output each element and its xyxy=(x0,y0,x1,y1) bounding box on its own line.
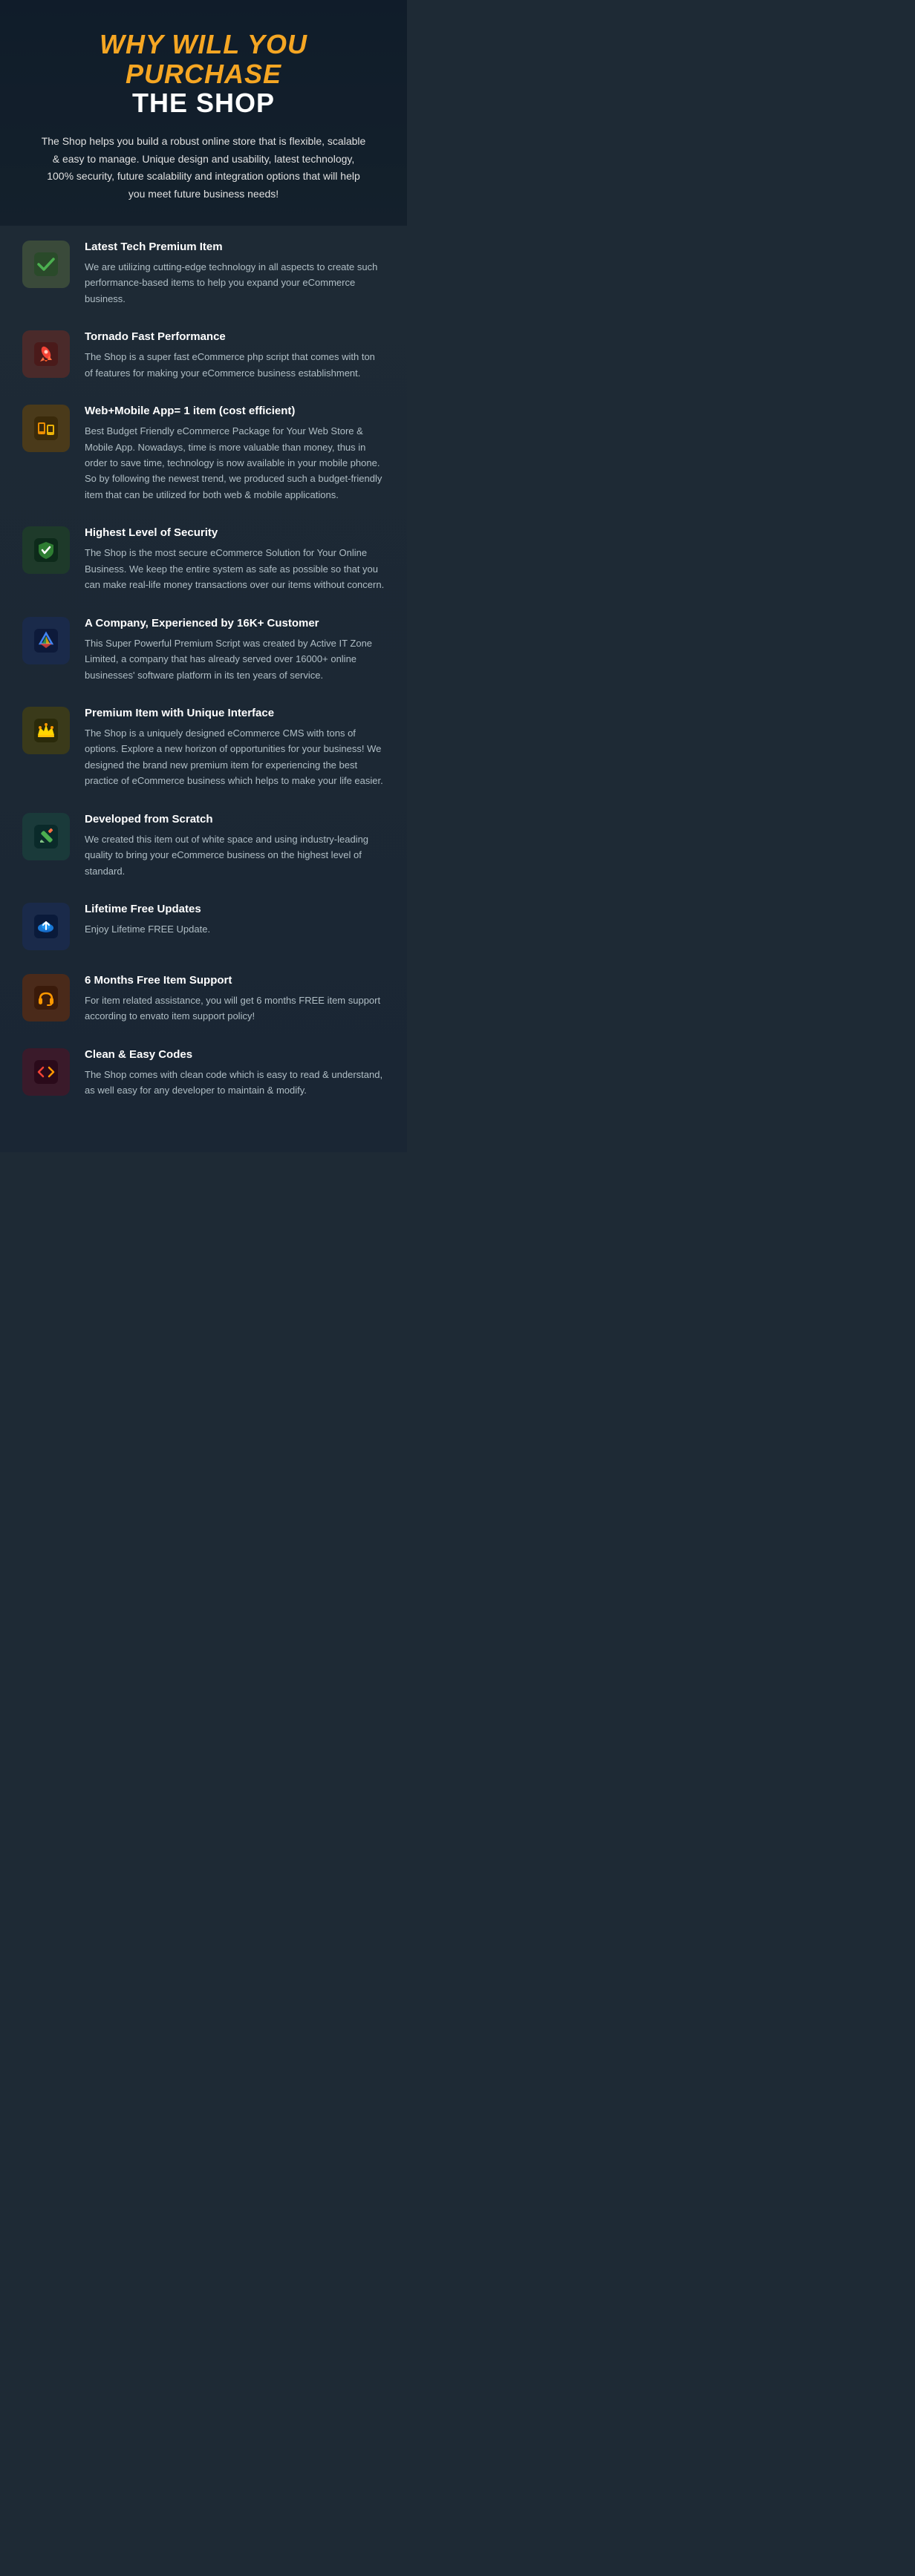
checkmark-icon xyxy=(33,251,59,278)
header-section: WHY WILL YOU PURCHASE THE SHOP The Shop … xyxy=(0,0,407,226)
feature-icon-support xyxy=(22,974,70,1021)
feature-content-security: Highest Level of Security The Shop is th… xyxy=(85,526,385,592)
feature-desc-fast-performance: The Shop is a super fast eCommerce php s… xyxy=(85,349,385,381)
feature-title-scratch: Developed from Scratch xyxy=(85,813,385,826)
feature-icon-premium xyxy=(22,707,70,754)
feature-title-web-mobile: Web+Mobile App= 1 item (cost efficient) xyxy=(85,405,385,417)
feature-content-fast-performance: Tornado Fast Performance The Shop is a s… xyxy=(85,330,385,381)
pencil-icon xyxy=(33,823,59,850)
feature-desc-latest-tech: We are utilizing cutting-edge technology… xyxy=(85,259,385,307)
feature-premium: Premium Item with Unique Interface The S… xyxy=(22,707,385,789)
feature-icon-web-mobile xyxy=(22,405,70,452)
features-section: Latest Tech Premium Item We are utilizin… xyxy=(0,226,407,1152)
feature-content-updates: Lifetime Free Updates Enjoy Lifetime FRE… xyxy=(85,903,385,937)
feature-content-premium: Premium Item with Unique Interface The S… xyxy=(85,707,385,789)
hero-title-line2: THE SHOP xyxy=(22,88,385,118)
hero-title-line1: WHY WILL YOU PURCHASE xyxy=(22,30,385,88)
feature-title-premium: Premium Item with Unique Interface xyxy=(85,707,385,719)
feature-updates: Lifetime Free Updates Enjoy Lifetime FRE… xyxy=(22,903,385,950)
feature-icon-scratch xyxy=(22,813,70,860)
feature-content-clean-code: Clean & Easy Codes The Shop comes with c… xyxy=(85,1048,385,1099)
feature-desc-security: The Shop is the most secure eCommerce So… xyxy=(85,545,385,592)
feature-desc-updates: Enjoy Lifetime FREE Update. xyxy=(85,921,385,937)
feature-desc-scratch: We created this item out of white space … xyxy=(85,831,385,879)
shield-icon xyxy=(33,537,59,563)
feature-icon-company xyxy=(22,617,70,664)
feature-content-latest-tech: Latest Tech Premium Item We are utilizin… xyxy=(85,241,385,307)
feature-title-latest-tech: Latest Tech Premium Item xyxy=(85,241,385,253)
feature-icon-fast-performance xyxy=(22,330,70,378)
feature-title-fast-performance: Tornado Fast Performance xyxy=(85,330,385,343)
feature-title-support: 6 Months Free Item Support xyxy=(85,974,385,987)
feature-desc-web-mobile: Best Budget Friendly eCommerce Package f… xyxy=(85,423,385,503)
feature-icon-clean-code xyxy=(22,1048,70,1096)
feature-title-clean-code: Clean & Easy Codes xyxy=(85,1048,385,1061)
hero-subtitle: The Shop helps you build a robust online… xyxy=(40,133,367,203)
feature-company: A Company, Experienced by 16K+ Customer … xyxy=(22,617,385,683)
feature-desc-support: For item related assistance, you will ge… xyxy=(85,993,385,1024)
feature-desc-clean-code: The Shop comes with clean code which is … xyxy=(85,1067,385,1099)
crown-icon xyxy=(33,717,59,744)
feature-content-web-mobile: Web+Mobile App= 1 item (cost efficient) … xyxy=(85,405,385,503)
feature-icon-latest-tech xyxy=(22,241,70,288)
feature-fast-performance: Tornado Fast Performance The Shop is a s… xyxy=(22,330,385,381)
page-wrapper: WHY WILL YOU PURCHASE THE SHOP The Shop … xyxy=(0,0,407,1152)
feature-latest-tech: Latest Tech Premium Item We are utilizin… xyxy=(22,241,385,307)
cloud-upload-icon xyxy=(33,913,59,940)
feature-content-support: 6 Months Free Item Support For item rela… xyxy=(85,974,385,1024)
feature-support: 6 Months Free Item Support For item rela… xyxy=(22,974,385,1024)
headphone-icon xyxy=(33,984,59,1011)
feature-desc-company: This Super Powerful Premium Script was c… xyxy=(85,635,385,683)
feature-content-company: A Company, Experienced by 16K+ Customer … xyxy=(85,617,385,683)
rocket-icon xyxy=(33,341,59,367)
triangle-icon xyxy=(33,627,59,654)
feature-security: Highest Level of Security The Shop is th… xyxy=(22,526,385,592)
feature-icon-security xyxy=(22,526,70,574)
feature-scratch: Developed from Scratch We created this i… xyxy=(22,813,385,879)
feature-title-security: Highest Level of Security xyxy=(85,526,385,539)
feature-title-updates: Lifetime Free Updates xyxy=(85,903,385,915)
feature-content-scratch: Developed from Scratch We created this i… xyxy=(85,813,385,879)
feature-web-mobile: Web+Mobile App= 1 item (cost efficient) … xyxy=(22,405,385,503)
feature-title-company: A Company, Experienced by 16K+ Customer xyxy=(85,617,385,630)
feature-desc-premium: The Shop is a uniquely designed eCommerc… xyxy=(85,725,385,789)
mobile-icon xyxy=(33,415,59,442)
feature-clean-code: Clean & Easy Codes The Shop comes with c… xyxy=(22,1048,385,1099)
feature-icon-updates xyxy=(22,903,70,950)
code-icon xyxy=(33,1059,59,1085)
